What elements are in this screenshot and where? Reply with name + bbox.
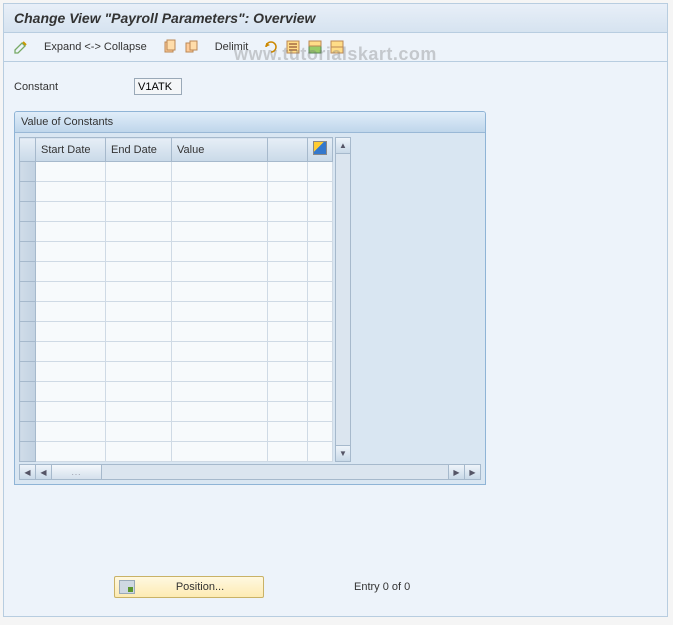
table-row[interactable] — [20, 342, 333, 362]
toolbar: Expand <-> Collapse Delimit — [4, 33, 667, 62]
row-selector[interactable] — [20, 302, 36, 322]
table-row[interactable] — [20, 362, 333, 382]
entry-counter: Entry 0 of 0 — [354, 581, 410, 593]
select-block-icon[interactable] — [306, 38, 324, 56]
table-row[interactable] — [20, 422, 333, 442]
row-selector[interactable] — [20, 262, 36, 282]
row-selector[interactable] — [20, 422, 36, 442]
row-selector[interactable] — [20, 442, 36, 462]
copy-icon[interactable] — [161, 38, 179, 56]
row-selector[interactable] — [20, 162, 36, 182]
scroll-left-icon[interactable]: ◀ — [20, 465, 36, 479]
constant-label: Constant — [14, 81, 114, 93]
copy-all-icon[interactable] — [183, 38, 201, 56]
row-selector[interactable] — [20, 282, 36, 302]
configure-columns-icon[interactable] — [308, 138, 333, 162]
table-row[interactable] — [20, 402, 333, 422]
scroll-down-icon[interactable]: ▼ — [336, 445, 350, 461]
table-row[interactable] — [20, 182, 333, 202]
scroll-up-icon[interactable]: ▲ — [336, 138, 350, 154]
table-row[interactable] — [20, 382, 333, 402]
change-icon[interactable] — [12, 38, 30, 56]
col-filler — [268, 138, 308, 162]
page-title: Change View "Payroll Parameters": Overvi… — [14, 10, 315, 26]
row-selector[interactable] — [20, 322, 36, 342]
table-row[interactable] — [20, 162, 333, 182]
row-selector[interactable] — [20, 182, 36, 202]
col-value[interactable]: Value — [172, 138, 268, 162]
app-window: Change View "Payroll Parameters": Overvi… — [3, 3, 668, 617]
title-bar: Change View "Payroll Parameters": Overvi… — [4, 4, 667, 33]
select-all-rows[interactable] — [20, 138, 36, 162]
footer: Position... Entry 0 of 0 — [4, 576, 667, 598]
row-selector[interactable] — [20, 202, 36, 222]
scroll-thumb[interactable]: ... — [52, 465, 102, 479]
field-row: Constant — [4, 62, 667, 103]
position-button[interactable]: Position... — [114, 576, 264, 598]
constant-input[interactable] — [134, 78, 182, 95]
deselect-all-icon[interactable] — [328, 38, 346, 56]
delimit-label[interactable]: Delimit — [213, 41, 251, 53]
table-row[interactable] — [20, 322, 333, 342]
scroll-right-icon[interactable]: ▶ — [464, 465, 480, 479]
select-all-icon[interactable] — [284, 38, 302, 56]
row-selector[interactable] — [20, 222, 36, 242]
scroll-right-page-icon[interactable]: ▶ — [448, 465, 464, 479]
scroll-left-page-icon[interactable]: ◀ — [36, 465, 52, 479]
row-selector[interactable] — [20, 362, 36, 382]
table-row[interactable] — [20, 222, 333, 242]
constants-panel: Value of Constants Start Date End Date V… — [14, 111, 486, 485]
horizontal-scrollbar[interactable]: ◀ ◀ ... ▶ ▶ — [19, 464, 481, 480]
expand-collapse-label[interactable]: Expand <-> Collapse — [42, 41, 149, 53]
table-row[interactable] — [20, 202, 333, 222]
scroll-track[interactable] — [336, 154, 350, 445]
col-start-date[interactable]: Start Date — [36, 138, 106, 162]
table-row[interactable] — [20, 302, 333, 322]
table-row[interactable] — [20, 442, 333, 462]
position-icon — [119, 580, 135, 594]
row-selector[interactable] — [20, 382, 36, 402]
col-end-date[interactable]: End Date — [106, 138, 172, 162]
row-selector[interactable] — [20, 402, 36, 422]
panel-title: Value of Constants — [15, 112, 485, 133]
table-row[interactable] — [20, 262, 333, 282]
vertical-scrollbar[interactable]: ▲ ▼ — [335, 137, 351, 462]
position-label: Position... — [141, 581, 259, 593]
table-row[interactable] — [20, 282, 333, 302]
constants-table[interactable]: Start Date End Date Value — [19, 137, 333, 462]
row-selector[interactable] — [20, 242, 36, 262]
table-row[interactable] — [20, 242, 333, 262]
row-selector[interactable] — [20, 342, 36, 362]
undo-icon[interactable] — [262, 38, 280, 56]
